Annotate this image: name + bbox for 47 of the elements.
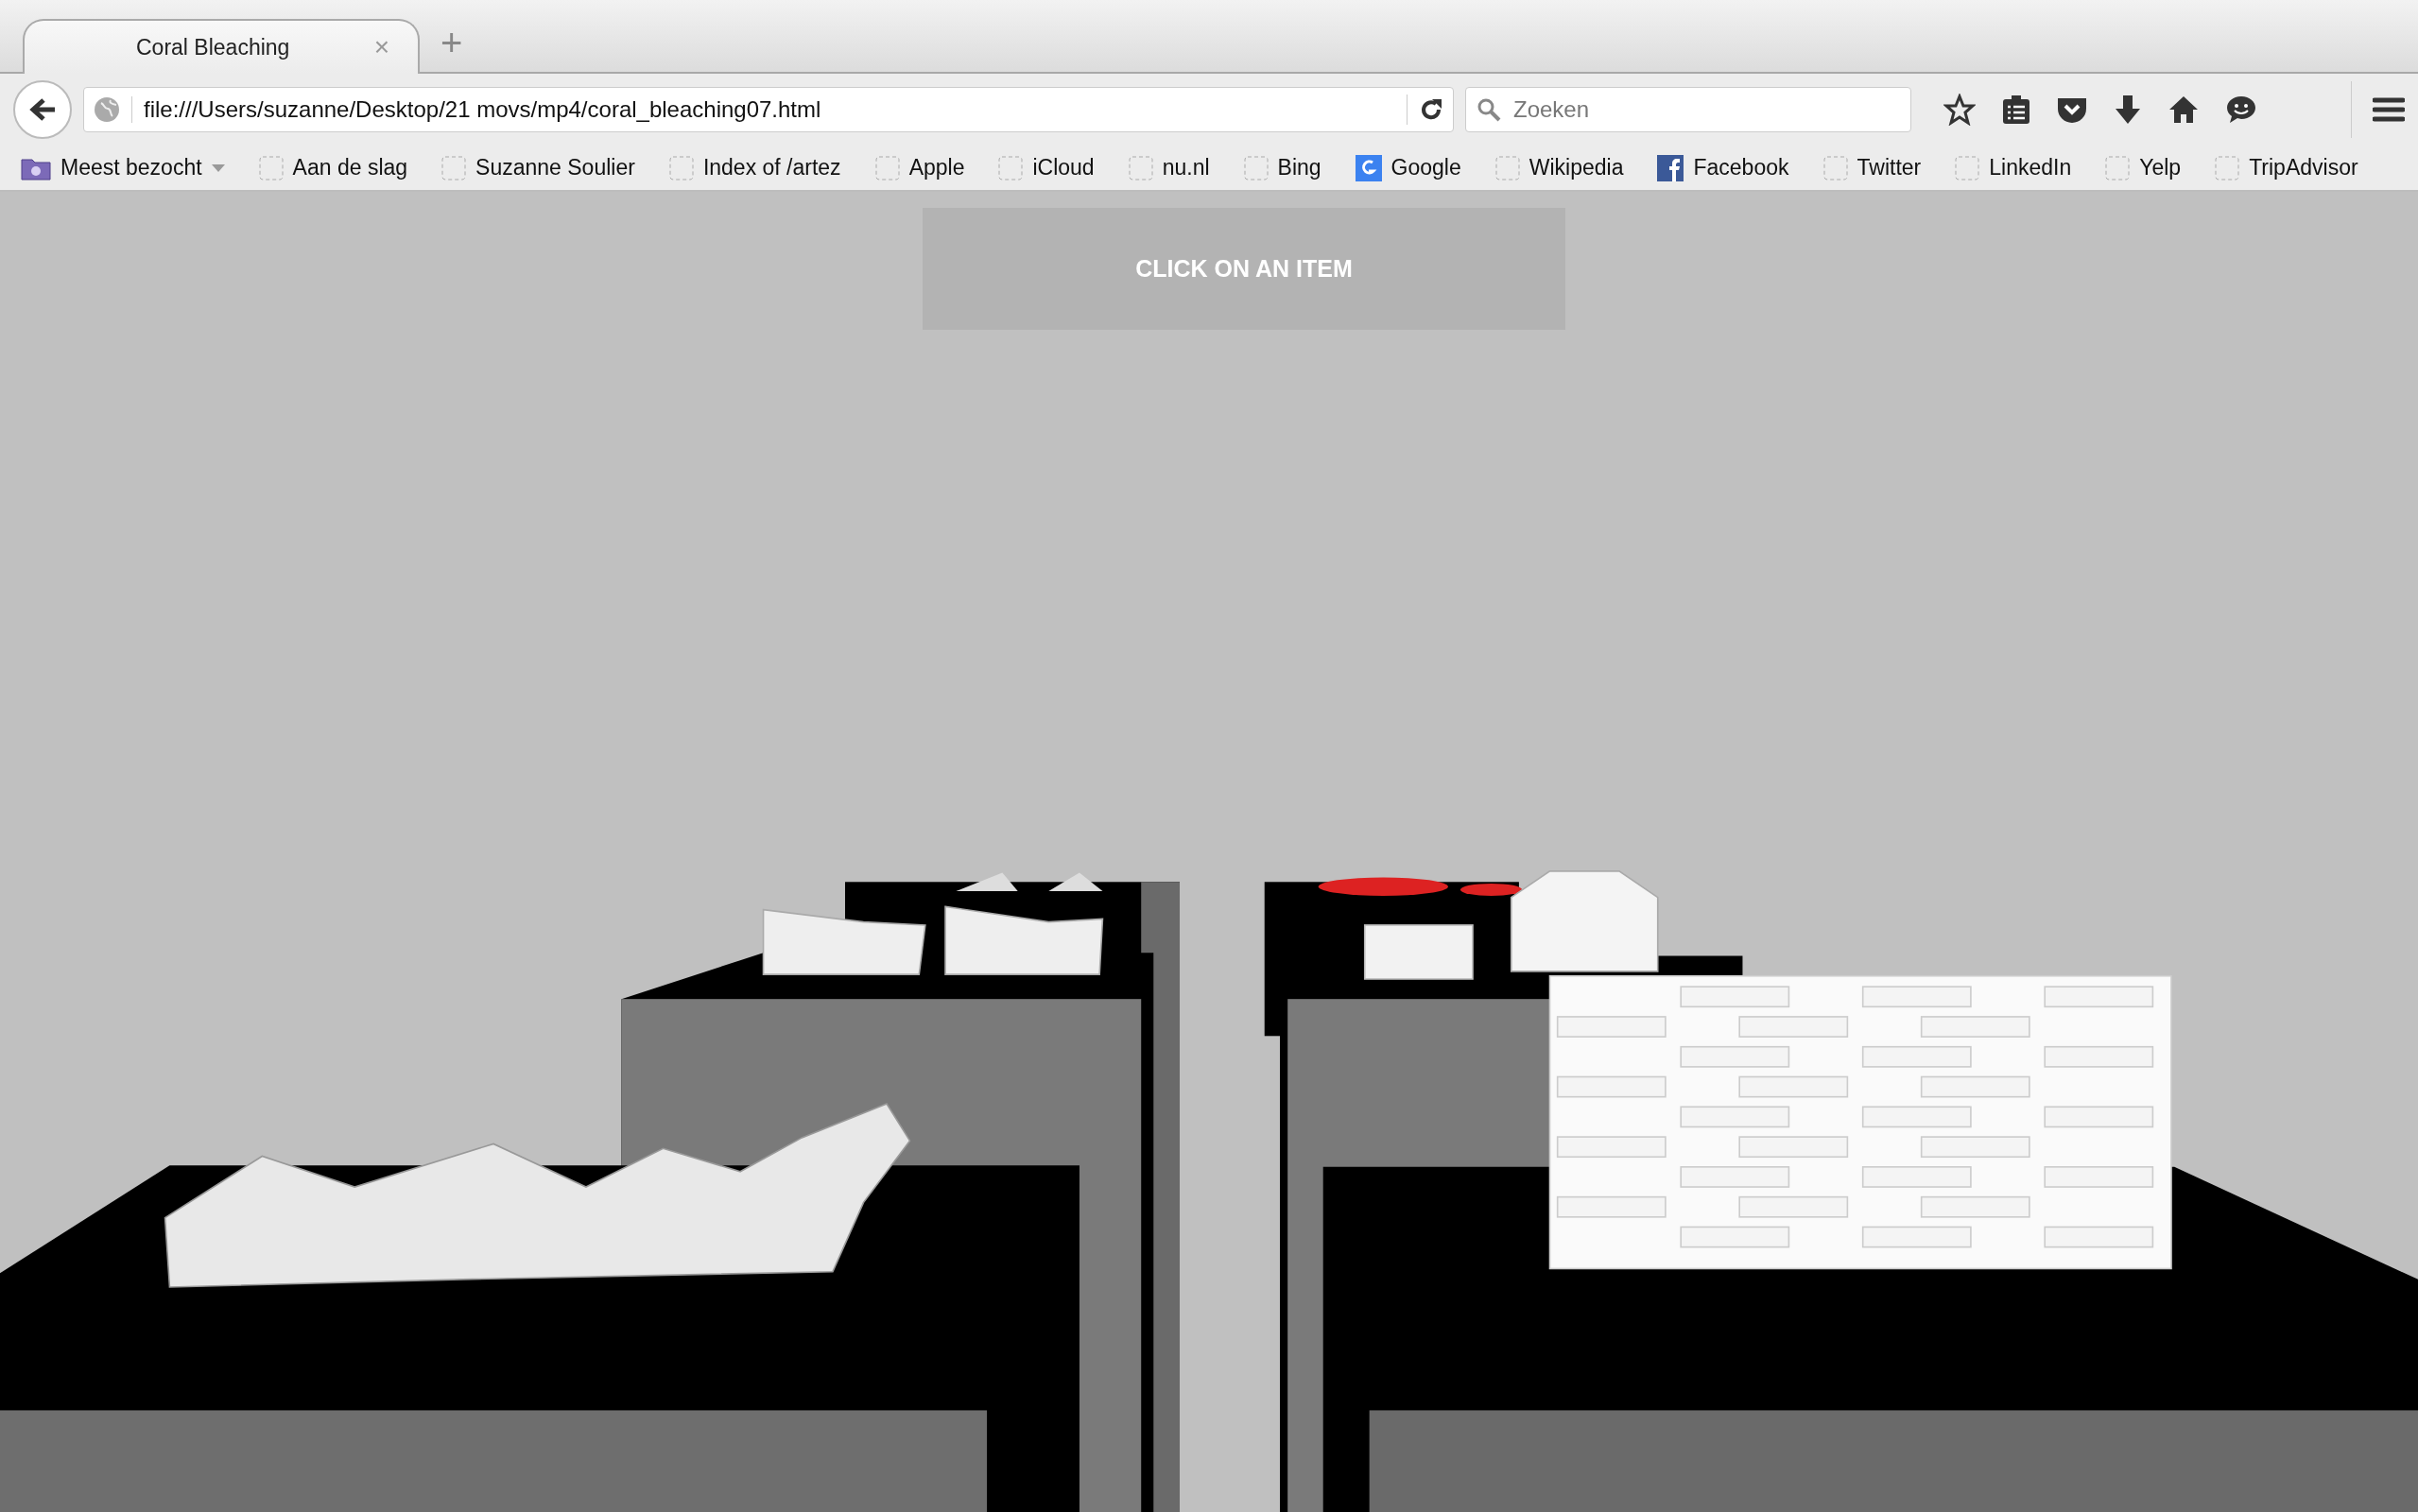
blank-page-icon xyxy=(874,155,900,180)
bookmark-item[interactable]: nu.nl xyxy=(1128,155,1210,180)
menu-icon[interactable] xyxy=(2373,96,2405,123)
blank-page-icon xyxy=(1128,155,1153,180)
blank-page-icon xyxy=(1243,155,1269,180)
blank-page-icon xyxy=(2215,155,2240,180)
blank-page-icon xyxy=(2105,155,2131,180)
bookmark-item[interactable]: Wikipedia xyxy=(1494,155,1624,180)
browser-tab[interactable]: Coral Bleaching × xyxy=(23,19,420,74)
bookmark-item[interactable]: Index of /artez xyxy=(668,155,841,180)
star-icon[interactable] xyxy=(1943,94,1976,126)
instruction-banner: CLICK ON AN ITEM xyxy=(923,208,1565,330)
speech-bubble-icon[interactable] xyxy=(2225,94,2257,125)
bookmark-item[interactable]: Suzanne Soulier xyxy=(441,155,635,180)
blank-page-icon xyxy=(258,155,284,180)
bookmark-item[interactable]: Yelp xyxy=(2105,155,2182,180)
tab-title: Coral Bleaching xyxy=(136,34,290,60)
reload-icon[interactable] xyxy=(1419,97,1443,122)
download-icon[interactable] xyxy=(2114,94,2142,125)
arrow-left-icon xyxy=(28,95,57,124)
bookmark-item[interactable]: Bing xyxy=(1243,155,1321,180)
bookmark-item[interactable]: Apple xyxy=(874,155,965,180)
search-icon xyxy=(1477,97,1501,122)
bookmark-item[interactable]: TripAdvisor xyxy=(2215,155,2358,180)
blank-page-icon xyxy=(998,155,1024,180)
url-text: file:///Users/suzanne/Desktop/21 movs/mp4/coral_bleaching07.html xyxy=(131,96,1395,123)
bookmark-item[interactable]: iCloud xyxy=(998,155,1095,180)
bookmark-item[interactable]: Twitter xyxy=(1822,155,1922,180)
bookmark-item[interactable]: Meest bezocht xyxy=(21,155,225,180)
pocket-icon[interactable] xyxy=(2057,95,2087,124)
g-logo-icon xyxy=(1355,154,1382,181)
list-icon[interactable] xyxy=(2002,94,2030,125)
blank-page-icon xyxy=(1494,155,1520,180)
bookmark-item[interactable]: Google xyxy=(1355,154,1461,181)
bookmark-item[interactable]: LinkedIn xyxy=(1955,155,2072,180)
address-bar[interactable]: file:///Users/suzanne/Desktop/21 movs/mp4/coral_bleaching07.html xyxy=(83,87,1454,132)
f-logo-icon xyxy=(1657,154,1684,181)
blank-page-icon xyxy=(1822,155,1848,180)
globe-icon xyxy=(94,96,120,123)
blank-page-icon xyxy=(441,155,467,180)
bookmark-item[interactable]: Facebook xyxy=(1657,154,1789,181)
blank-page-icon xyxy=(1955,155,1980,180)
search-field[interactable]: Zoeken xyxy=(1465,87,1911,132)
home-icon[interactable] xyxy=(2168,95,2199,124)
blank-page-icon xyxy=(668,155,694,180)
bookmark-item[interactable]: Aan de slag xyxy=(258,155,408,180)
caret-icon xyxy=(211,163,225,172)
